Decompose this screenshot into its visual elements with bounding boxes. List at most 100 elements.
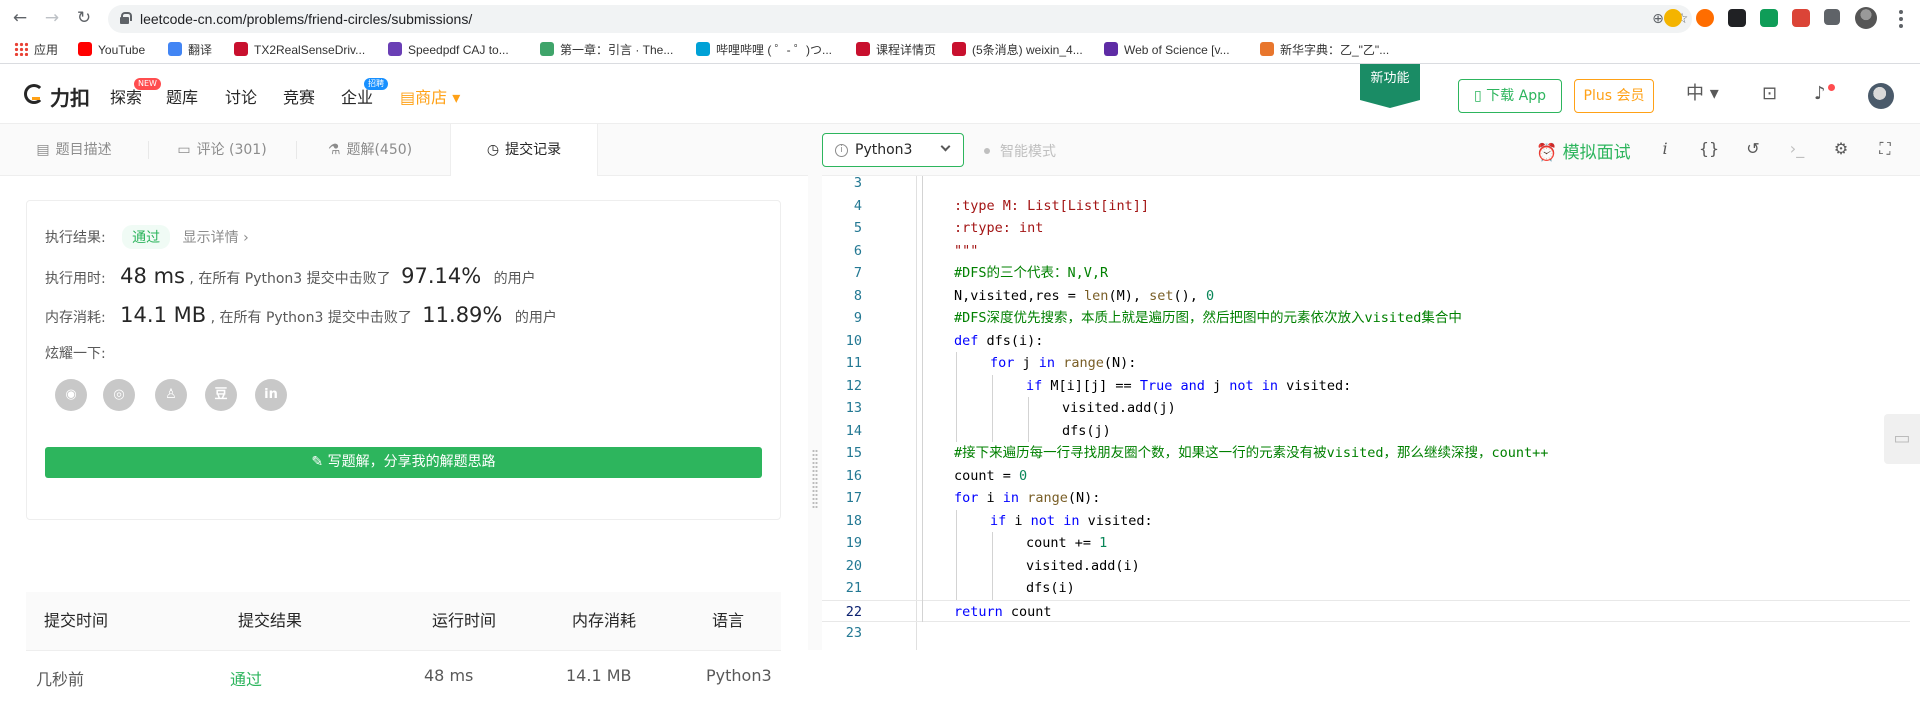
extension-1-icon[interactable] (1664, 9, 1682, 27)
code-editor[interactable]: 3 4:type M: List[List[int]] 5:rtype: int 6 "… (822, 175, 1910, 650)
info-italic-icon[interactable]: i (1654, 138, 1676, 160)
bookmark-speedpdf[interactable]: Speedpdf CAJ to... (388, 41, 509, 59)
indent-guide (956, 352, 957, 375)
memory-percent: 11.89% (422, 303, 503, 327)
code-line[interactable]: 17 for i in range(N): (822, 487, 1910, 510)
row-memory: 14.1 MB (566, 666, 632, 685)
bookmark-translate[interactable]: 翻译 (168, 41, 212, 59)
extension-3-icon[interactable] (1728, 9, 1746, 27)
bookmark-wos[interactable]: Web of Science [v... (1104, 41, 1230, 59)
new-feature-ribbon[interactable]: 新功能 (1360, 64, 1420, 108)
nav-contest[interactable]: 竞赛 (283, 84, 315, 108)
nav-shop[interactable]: ▤商店 ▾ (400, 84, 460, 108)
language-switch[interactable]: 中 ▾ (1686, 84, 1719, 104)
plus-member-button[interactable]: Plus 会员 (1574, 79, 1654, 113)
submissions-table-header: 提交时间 提交结果 运行时间 内存消耗 语言 (26, 592, 781, 650)
bookmark-course[interactable]: 课程详情页 (856, 41, 936, 59)
bookmark-xinhua[interactable]: 新华字典：乙_"乙"... (1260, 41, 1389, 59)
code-line[interactable]: 23 (822, 622, 1910, 645)
code-line[interactable]: 12 if M[i][j] == True and j not in visite… (822, 374, 1910, 397)
bookmark-tx2[interactable]: TX2RealSenseDriv... (234, 41, 365, 59)
fullscreen-icon[interactable]: ⛶ (1874, 138, 1896, 160)
bookmark-chapter1[interactable]: 第一章：引言 · The... (540, 41, 673, 59)
code-line[interactable]: 13 visited.add(j) (822, 397, 1910, 420)
tab-description[interactable]: ▤ 题目描述 (0, 124, 148, 176)
line-number: 18 (845, 512, 862, 529)
code-line[interactable]: 10 def dfs(i): (822, 330, 1910, 353)
result-label: 执行结果: (45, 230, 106, 246)
code-line[interactable]: 6 """ (822, 240, 1910, 263)
code-line[interactable]: 11 for j in range(N): (822, 352, 1910, 375)
extension-2-icon[interactable] (1696, 9, 1714, 27)
linkedin-icon[interactable]: in (255, 379, 287, 411)
side-note-icon[interactable]: ▭ (1884, 414, 1920, 464)
code-line[interactable]: 15 #接下来遍历每一行寻找朋友圈个数，如果这一行的元素没有被visited，那么… (822, 442, 1910, 465)
profile-avatar[interactable] (1855, 7, 1877, 29)
write-solution-button[interactable]: ✎ 写题解，分享我的解题思路 (45, 447, 762, 478)
bookmark-apps[interactable]: 应用 (14, 41, 58, 59)
code-text: if i not in visited: (990, 512, 1153, 529)
console-icon[interactable]: ⊡ (1762, 84, 1777, 104)
runtime-value: 48 ms (120, 264, 185, 288)
memory-value: 14.1 MB (120, 303, 207, 327)
terminal-icon[interactable]: ›_ (1786, 138, 1808, 160)
code-line[interactable]: 8 N,visited,res = len(M), set(), 0 (822, 285, 1910, 308)
code-text: #DFS深度优先搜索，本质上就是遍历图，然后把图中的元素依次放入visited集… (954, 310, 1462, 326)
douban-icon[interactable]: 豆 (205, 379, 237, 411)
code-line[interactable]: 9 #DFS深度优先搜索，本质上就是遍历图，然后把图中的元素依次放入visited… (822, 307, 1910, 330)
code-line[interactable]: 4:type M: List[List[int]] (822, 195, 1910, 218)
problem-tabs: ▤ 题目描述 ▭ 评论 (301) ⚗ 题解(450) ◷ 提交记录 (0, 124, 808, 176)
user-avatar[interactable] (1868, 83, 1894, 109)
code-line[interactable]: 7 #DFS的三个代表：N,V,R (822, 262, 1910, 285)
address-bar[interactable]: leetcode-cn.com/problems/friend-circles/… (108, 5, 1692, 33)
chevron-down-icon (940, 141, 951, 152)
header-language: 语言 (712, 611, 745, 630)
row-result-link[interactable]: 通过 (230, 666, 262, 690)
smart-mode-toggle[interactable]: 智能模式 (984, 141, 1056, 161)
extension-5-icon[interactable] (1792, 9, 1810, 27)
forward-arrow-icon[interactable]: → (40, 6, 64, 30)
line-number: 16 (845, 467, 862, 484)
code-text: visited.add(j) (1062, 400, 1176, 416)
code-line[interactable]: 16 count = 0 (822, 465, 1910, 488)
nav-problems[interactable]: 题库 (166, 84, 198, 108)
code-line[interactable]: 3 (822, 172, 1910, 195)
runtime-label: 执行用时: (45, 271, 106, 287)
more-vert-icon[interactable] (1893, 7, 1909, 29)
code-line[interactable]: 22 return count (822, 599, 1910, 622)
bookmark-youtube[interactable]: YouTube (78, 41, 145, 59)
show-details-link[interactable]: 显示详情 › (183, 230, 249, 246)
code-line[interactable]: 21 dfs(i) (822, 577, 1910, 600)
tab-solutions[interactable]: ⚗ 题解(450) (296, 124, 444, 176)
back-arrow-icon[interactable]: ← (8, 6, 32, 30)
code-line[interactable]: 5:rtype: int (822, 217, 1910, 240)
tab-comments[interactable]: ▭ 评论 (301) (148, 124, 296, 176)
reload-icon[interactable]: ↻ (72, 6, 96, 30)
language-select[interactable]: i Python3 (822, 133, 964, 167)
url-text[interactable]: leetcode-cn.com/problems/friend-circles/… (140, 11, 472, 27)
code-line[interactable]: 18 if i not in visited: (822, 509, 1910, 532)
settings-gear-icon[interactable]: ⚙ (1830, 138, 1852, 160)
editor-toolbar: i Python3 智能模式 ⏰ 模拟面试 i {} ↺ ›_ ⚙ ⛶ (822, 124, 1920, 176)
puzzle-icon[interactable] (1824, 9, 1840, 25)
panel-splitter[interactable] (808, 124, 822, 650)
mock-interview-button[interactable]: ⏰ 模拟面试 (1536, 138, 1631, 163)
format-braces-icon[interactable]: {} (1698, 138, 1720, 160)
download-app-button[interactable]: ▯ 下载 App (1458, 79, 1562, 113)
qq-icon[interactable]: ♙ (155, 379, 187, 411)
code-line[interactable]: 14 dfs(j) (822, 419, 1910, 442)
table-row[interactable]: 几秒前 通过 48 ms 14.1 MB Python3 (26, 650, 781, 702)
tab-submissions[interactable]: ◷ 提交记录 (450, 124, 598, 176)
notification-bell-icon[interactable]: ♪ (1814, 84, 1826, 104)
runtime-desc: , 在所有 Python3 提交中击败了 (189, 271, 391, 287)
weibo-icon[interactable]: ◎ (103, 379, 135, 411)
extension-4-icon[interactable] (1760, 9, 1778, 27)
reset-code-icon[interactable]: ↺ (1742, 138, 1764, 160)
bookmark-bilibili[interactable]: 哔哩哔哩 ( ゜- ゜)つ... (696, 41, 832, 59)
code-line[interactable]: 20 visited.add(i) (822, 554, 1910, 577)
wechat-icon[interactable]: ◉ (55, 379, 87, 411)
nav-discuss[interactable]: 讨论 (225, 84, 257, 108)
indent-guide (956, 554, 957, 577)
code-line[interactable]: 19 count += 1 (822, 532, 1910, 555)
bookmark-weixin[interactable]: (5条消息) weixin_4... (952, 41, 1083, 59)
